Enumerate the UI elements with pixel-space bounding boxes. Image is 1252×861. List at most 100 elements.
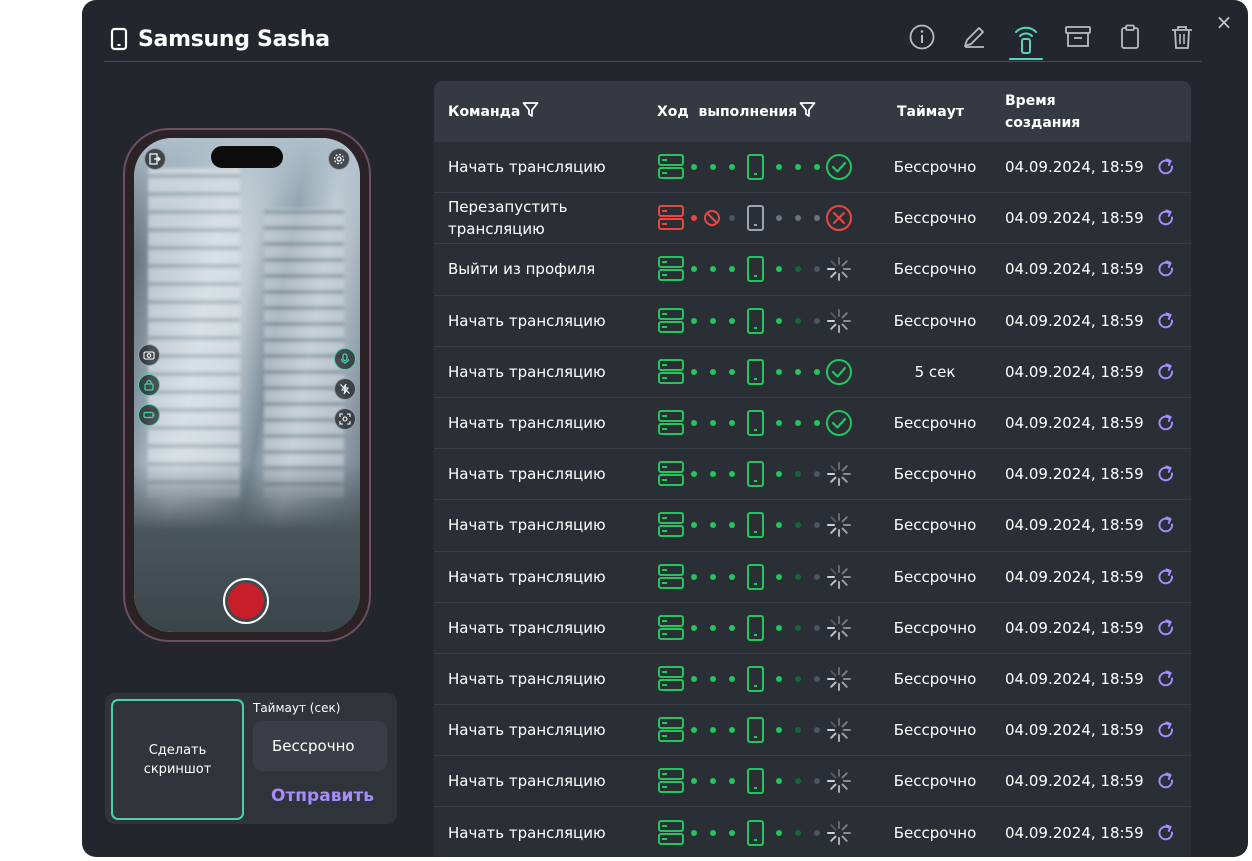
timeout-cell: Бессрочно <box>893 414 977 433</box>
device-window: Samsung Sasha Сделать скриншот Таймаут (… <box>82 0 1248 857</box>
created-cell: 04.09.2024, 18:59 <box>1005 465 1144 484</box>
exit-icon[interactable] <box>144 148 166 170</box>
retry-icon[interactable] <box>1156 193 1176 243</box>
lock-icon[interactable] <box>138 374 160 396</box>
timeout-cell: Бессрочно <box>893 260 977 279</box>
table-row[interactable]: Начать трансляцию 5 сек 04.09.2024, 18:59 <box>434 347 1191 398</box>
created-cell: 04.09.2024, 18:59 <box>1005 669 1144 688</box>
broadcast-button[interactable] <box>1008 20 1044 60</box>
table-row[interactable]: Начать трансляцию Бессрочно 04.09.2024, 18… <box>434 756 1191 808</box>
delete-button[interactable] <box>1164 20 1200 60</box>
filter-icon[interactable] <box>797 101 816 122</box>
table-row[interactable]: Начать трансляцию Бессрочно 04.09.2024, 18… <box>434 296 1191 347</box>
broadcast-icon <box>1012 20 1040 60</box>
screenshot-button[interactable]: Сделать скриншот <box>111 699 244 820</box>
window-header: Samsung Sasha <box>104 0 1202 62</box>
filter-icon[interactable] <box>520 101 539 122</box>
table-row[interactable]: Перезапустить трансляцию Бессрочно 04.09.2… <box>434 193 1191 245</box>
progress-indicator <box>658 347 858 397</box>
progress-indicator <box>658 398 858 448</box>
retry-icon[interactable] <box>1156 807 1176 857</box>
timeout-input[interactable] <box>253 721 387 771</box>
progress-indicator <box>658 244 858 294</box>
progress-indicator <box>658 449 858 499</box>
camera-switch-icon[interactable] <box>138 344 160 366</box>
created-cell: 04.09.2024, 18:59 <box>1005 158 1144 177</box>
screenshot-icon[interactable] <box>334 408 356 430</box>
table-row[interactable]: Начать трансляцию Бессрочно 04.09.2024, 18… <box>434 449 1191 501</box>
timeout-cell: Бессрочно <box>893 567 977 586</box>
command-cell: Начать трансляцию <box>448 721 606 740</box>
page-title: Samsung Sasha <box>138 27 330 52</box>
command-cell: Начать трансляцию <box>448 516 606 535</box>
table-row[interactable]: Начать трансляцию Бессрочно 04.09.2024, 18… <box>434 807 1191 857</box>
table-row[interactable]: Начать трансляцию Бессрочно 04.09.2024, 18… <box>434 603 1191 654</box>
battery-icon[interactable] <box>138 404 160 426</box>
settings-icon[interactable] <box>328 148 350 170</box>
timeout-cell: Бессрочно <box>893 823 977 842</box>
timeout-cell: 5 сек <box>914 362 956 381</box>
retry-icon[interactable] <box>1156 296 1176 346</box>
send-button[interactable]: Отправить <box>271 786 374 806</box>
record-button[interactable] <box>223 578 269 624</box>
timeout-cell: Бессрочно <box>893 209 977 228</box>
flash-off-icon[interactable] <box>334 378 356 400</box>
info-button[interactable] <box>904 20 940 60</box>
timeout-cell: Бессрочно <box>893 465 977 484</box>
info-icon <box>908 20 936 60</box>
table-row[interactable]: Начать трансляцию Бессрочно 04.09.2024, 18… <box>434 705 1191 757</box>
microphone-icon[interactable] <box>334 348 356 370</box>
retry-icon[interactable] <box>1156 244 1176 294</box>
created-cell: 04.09.2024, 18:59 <box>1005 362 1144 381</box>
command-cell: Начать трансляцию <box>448 567 606 586</box>
column-header-progress[interactable]: Ход выполнения <box>657 81 816 142</box>
command-cell: Начать трансляцию <box>448 362 606 381</box>
retry-icon[interactable] <box>1156 705 1176 755</box>
column-header-created: Время создания <box>1005 92 1081 131</box>
table-row[interactable]: Начать трансляцию Бессрочно 04.09.2024, 18… <box>434 654 1191 706</box>
retry-icon[interactable] <box>1156 552 1176 602</box>
table-body: Начать трансляцию Бессрочно 04.09.2024, 18… <box>434 142 1191 857</box>
clipboard-button[interactable] <box>1112 20 1148 60</box>
command-cell: Выйти из профиля <box>448 260 596 279</box>
progress-indicator <box>658 654 858 704</box>
clipboard-icon <box>1116 20 1144 60</box>
created-cell: 04.09.2024, 18:59 <box>1005 567 1144 586</box>
retry-icon[interactable] <box>1156 449 1176 499</box>
created-cell: 04.09.2024, 18:59 <box>1005 311 1144 330</box>
table-row[interactable]: Начать трансляцию Бессрочно 04.09.2024, 18… <box>434 552 1191 603</box>
close-icon[interactable]: × <box>1212 10 1236 34</box>
retry-icon[interactable] <box>1156 398 1176 448</box>
table-row[interactable]: Начать трансляцию Бессрочно 04.09.2024, 18… <box>434 500 1191 552</box>
device-screen[interactable] <box>134 138 360 632</box>
retry-icon[interactable] <box>1156 142 1176 192</box>
created-cell: 04.09.2024, 18:59 <box>1005 772 1144 791</box>
retry-icon[interactable] <box>1156 654 1176 704</box>
command-cell: Начать трансляцию <box>448 311 606 330</box>
edit-button[interactable] <box>956 20 992 60</box>
dynamic-island <box>211 146 283 168</box>
progress-indicator <box>658 756 858 806</box>
column-header-timeout: Таймаут <box>897 103 964 120</box>
command-cell: Начать трансляцию <box>448 158 606 177</box>
created-cell: 04.09.2024, 18:59 <box>1005 618 1144 637</box>
screenshot-button-label: Сделать скриншот <box>143 742 212 777</box>
retry-icon[interactable] <box>1156 500 1176 550</box>
progress-indicator <box>658 500 858 550</box>
command-cell: Начать трансляцию <box>448 669 606 688</box>
trash-icon <box>1168 20 1196 60</box>
retry-icon[interactable] <box>1156 347 1176 397</box>
table-row[interactable]: Начать трансляцию Бессрочно 04.09.2024, 18… <box>434 142 1191 194</box>
timeout-cell: Бессрочно <box>893 516 977 535</box>
table-row[interactable]: Выйти из профиля Бессрочно 04.09.2024, 18:… <box>434 244 1191 296</box>
retry-icon[interactable] <box>1156 756 1176 806</box>
commands-table: Команда Ход выполнения Таймаут Время соз… <box>434 81 1191 857</box>
timeout-cell: Бессрочно <box>893 311 977 330</box>
retry-icon[interactable] <box>1156 603 1176 653</box>
command-cell: Начать трансляцию <box>448 823 606 842</box>
device-preview <box>123 128 371 642</box>
table-row[interactable]: Начать трансляцию Бессрочно 04.09.2024, 18… <box>434 398 1191 450</box>
timeout-cell: Бессрочно <box>893 721 977 740</box>
archive-button[interactable] <box>1060 20 1096 60</box>
column-header-command[interactable]: Команда <box>448 81 539 142</box>
